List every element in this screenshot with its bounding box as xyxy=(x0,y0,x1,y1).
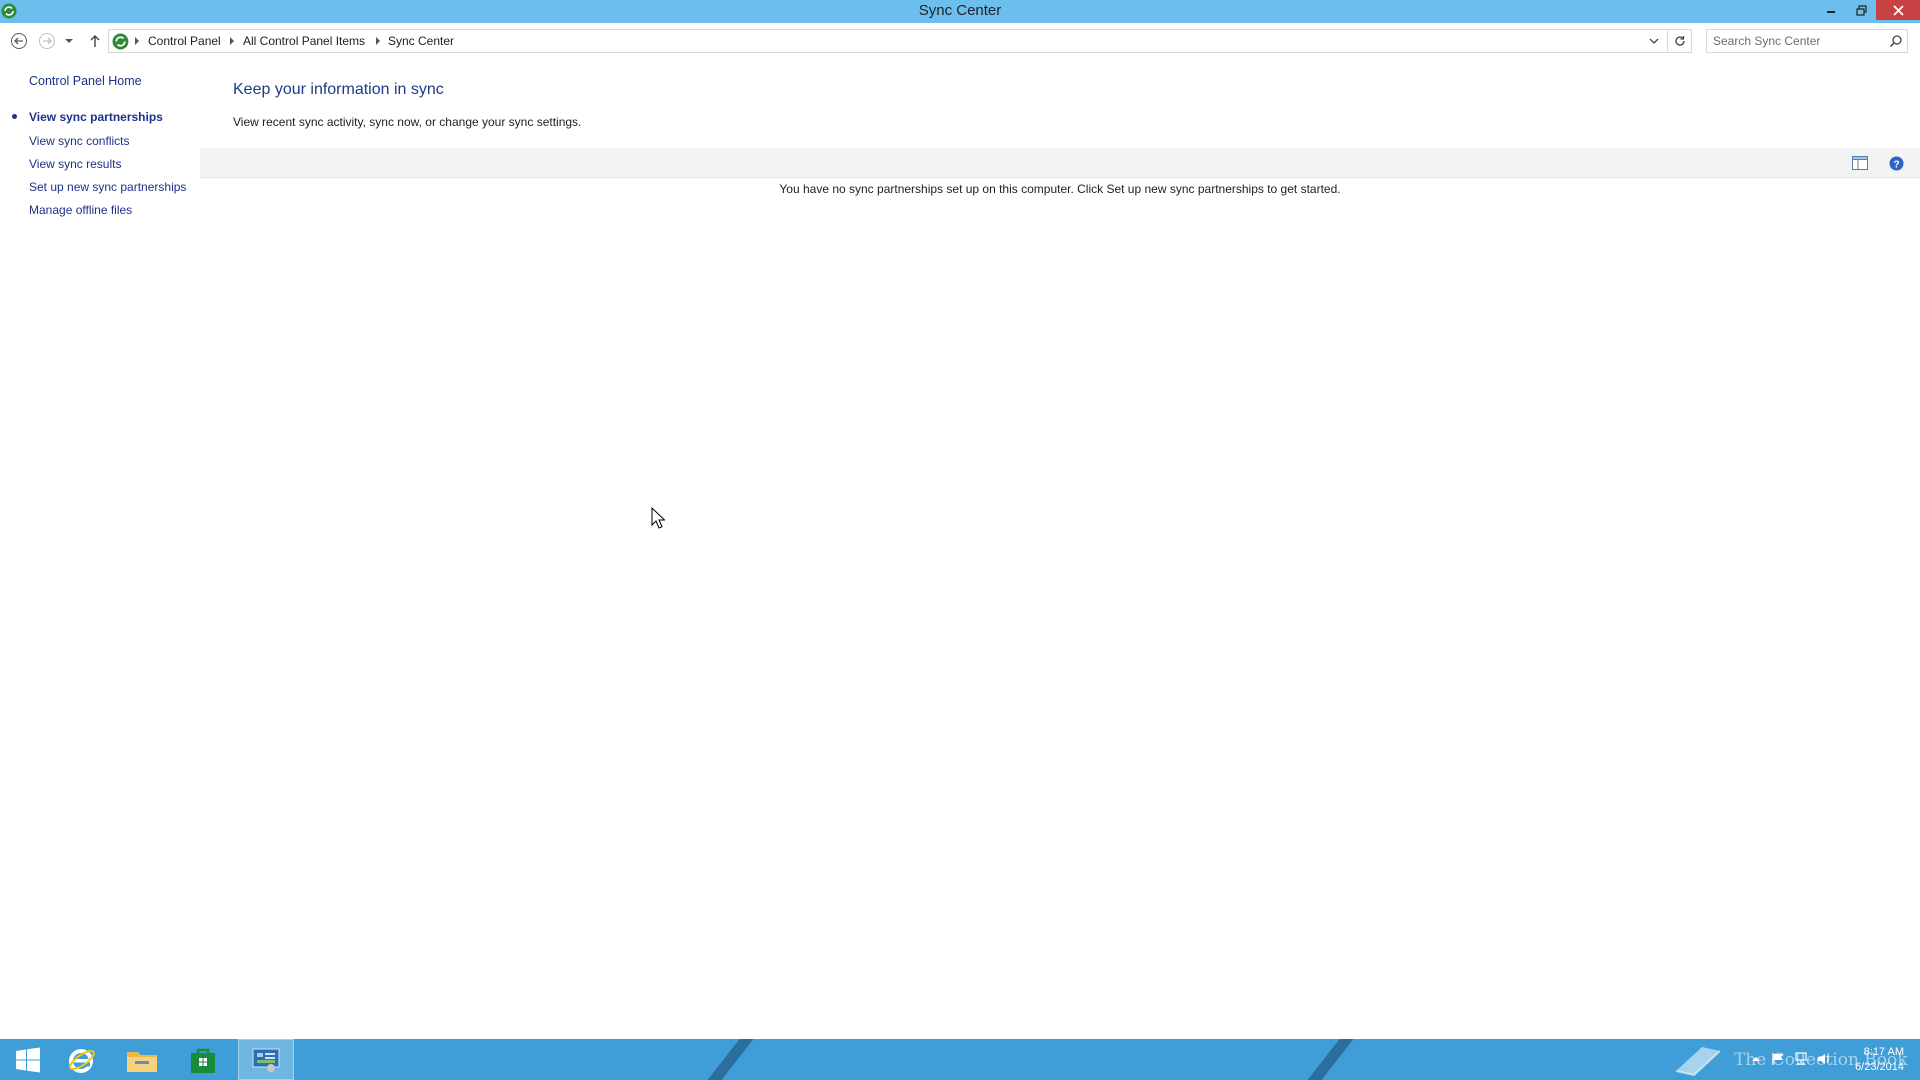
link-view-sync-results[interactable]: View sync results xyxy=(29,157,121,171)
clock-date: 6/23/2014 xyxy=(1855,1061,1904,1073)
restore-icon xyxy=(1855,4,1867,16)
link-view-sync-partnerships[interactable]: View sync partnerships xyxy=(29,110,163,124)
breadcrumb-all-items[interactable]: All Control Panel Items xyxy=(243,34,365,48)
up-arrow-icon xyxy=(90,35,100,47)
navigation-bar: Control Panel All Control Panel Items Sy… xyxy=(0,23,1920,57)
flag-icon xyxy=(1772,1053,1783,1065)
control-panel-home-link[interactable]: Control Panel Home xyxy=(29,74,142,88)
system-clock[interactable]: 8:17 AM 6/23/2014 xyxy=(1855,1045,1904,1075)
taskbar-file-explorer[interactable] xyxy=(114,1039,170,1080)
address-bar[interactable]: Control Panel All Control Panel Items Sy… xyxy=(108,29,1668,53)
start-icon xyxy=(16,1047,40,1072)
address-dropdown-button[interactable] xyxy=(1647,34,1661,48)
chevron-down-icon xyxy=(1649,38,1659,44)
taskbar-internet-explorer[interactable] xyxy=(53,1039,109,1080)
refresh-icon xyxy=(1674,36,1685,46)
control-panel-icon xyxy=(112,33,129,50)
search-input[interactable] xyxy=(1713,33,1883,49)
close-button[interactable] xyxy=(1876,0,1920,20)
view-layout-icon xyxy=(1852,156,1868,170)
mouse-pointer-icon xyxy=(651,507,665,529)
control-panel-icon xyxy=(252,1048,280,1072)
breadcrumb-separator-icon[interactable] xyxy=(230,37,234,45)
search-box[interactable] xyxy=(1706,29,1908,53)
page-title: Keep your information in sync xyxy=(233,81,444,98)
link-manage-offline-files[interactable]: Manage offline files xyxy=(29,203,132,217)
breadcrumb-control-panel[interactable]: Control Panel xyxy=(148,34,221,48)
change-view-button[interactable] xyxy=(1852,155,1868,171)
store-icon xyxy=(191,1048,215,1073)
recent-locations-button[interactable] xyxy=(61,29,77,53)
link-view-sync-conflicts[interactable]: View sync conflicts xyxy=(29,134,129,148)
svg-text:?: ? xyxy=(1893,159,1899,170)
left-task-pane: Control Panel Home View sync partnership… xyxy=(0,57,200,1039)
back-arrow-icon xyxy=(11,33,27,49)
network-icon xyxy=(1795,1052,1807,1065)
breadcrumb-separator-icon[interactable] xyxy=(376,37,380,45)
network-button[interactable] xyxy=(1793,1051,1809,1067)
active-bullet-icon xyxy=(12,114,17,119)
clock-time: 8:17 AM xyxy=(1863,1046,1904,1058)
minimize-icon xyxy=(1827,11,1835,13)
show-hidden-icons-button[interactable] xyxy=(1748,1051,1764,1067)
chevron-down-icon xyxy=(65,39,73,43)
forward-button[interactable] xyxy=(35,29,59,53)
taskbar-control-panel[interactable] xyxy=(238,1039,294,1080)
help-icon: ? xyxy=(1889,156,1903,170)
window-title: Sync Center xyxy=(918,2,1002,19)
content-toolbar: ? xyxy=(200,148,1920,178)
link-set-up-new-sync-partnerships[interactable]: Set up new sync partnerships xyxy=(29,180,186,194)
taskbar-store[interactable] xyxy=(175,1039,231,1080)
empty-state-message: You have no sync partnerships set up on … xyxy=(779,182,1341,196)
breadcrumb-sync-center[interactable]: Sync Center xyxy=(388,34,454,48)
refresh-button[interactable] xyxy=(1668,29,1692,53)
book-logo-icon xyxy=(1675,1046,1721,1076)
back-button[interactable] xyxy=(7,29,31,53)
page-subtitle: View recent sync activity, sync now, or … xyxy=(233,115,582,129)
taskbar: The Collection Book 8:17 AM 6/23/2014 xyxy=(0,1039,1920,1080)
file-explorer-icon xyxy=(127,1051,157,1072)
minimize-button[interactable] xyxy=(1816,0,1846,20)
internet-explorer-icon xyxy=(69,1048,95,1073)
chevron-up-icon xyxy=(1752,1057,1760,1061)
taskbar-decoration xyxy=(1292,1039,1362,1080)
volume-button[interactable] xyxy=(1816,1051,1832,1067)
title-bar: Sync Center xyxy=(0,0,1920,23)
forward-arrow-icon xyxy=(39,33,55,49)
speaker-icon xyxy=(1818,1054,1829,1064)
up-button[interactable] xyxy=(83,29,107,53)
restore-button[interactable] xyxy=(1846,0,1876,20)
close-icon xyxy=(1892,4,1904,16)
breadcrumb-separator-icon[interactable] xyxy=(135,37,139,45)
help-button[interactable]: ? xyxy=(1888,155,1904,171)
search-icon[interactable] xyxy=(1889,34,1903,48)
action-center-button[interactable] xyxy=(1770,1051,1786,1067)
start-button[interactable] xyxy=(0,1039,56,1080)
taskbar-decoration xyxy=(692,1039,762,1080)
